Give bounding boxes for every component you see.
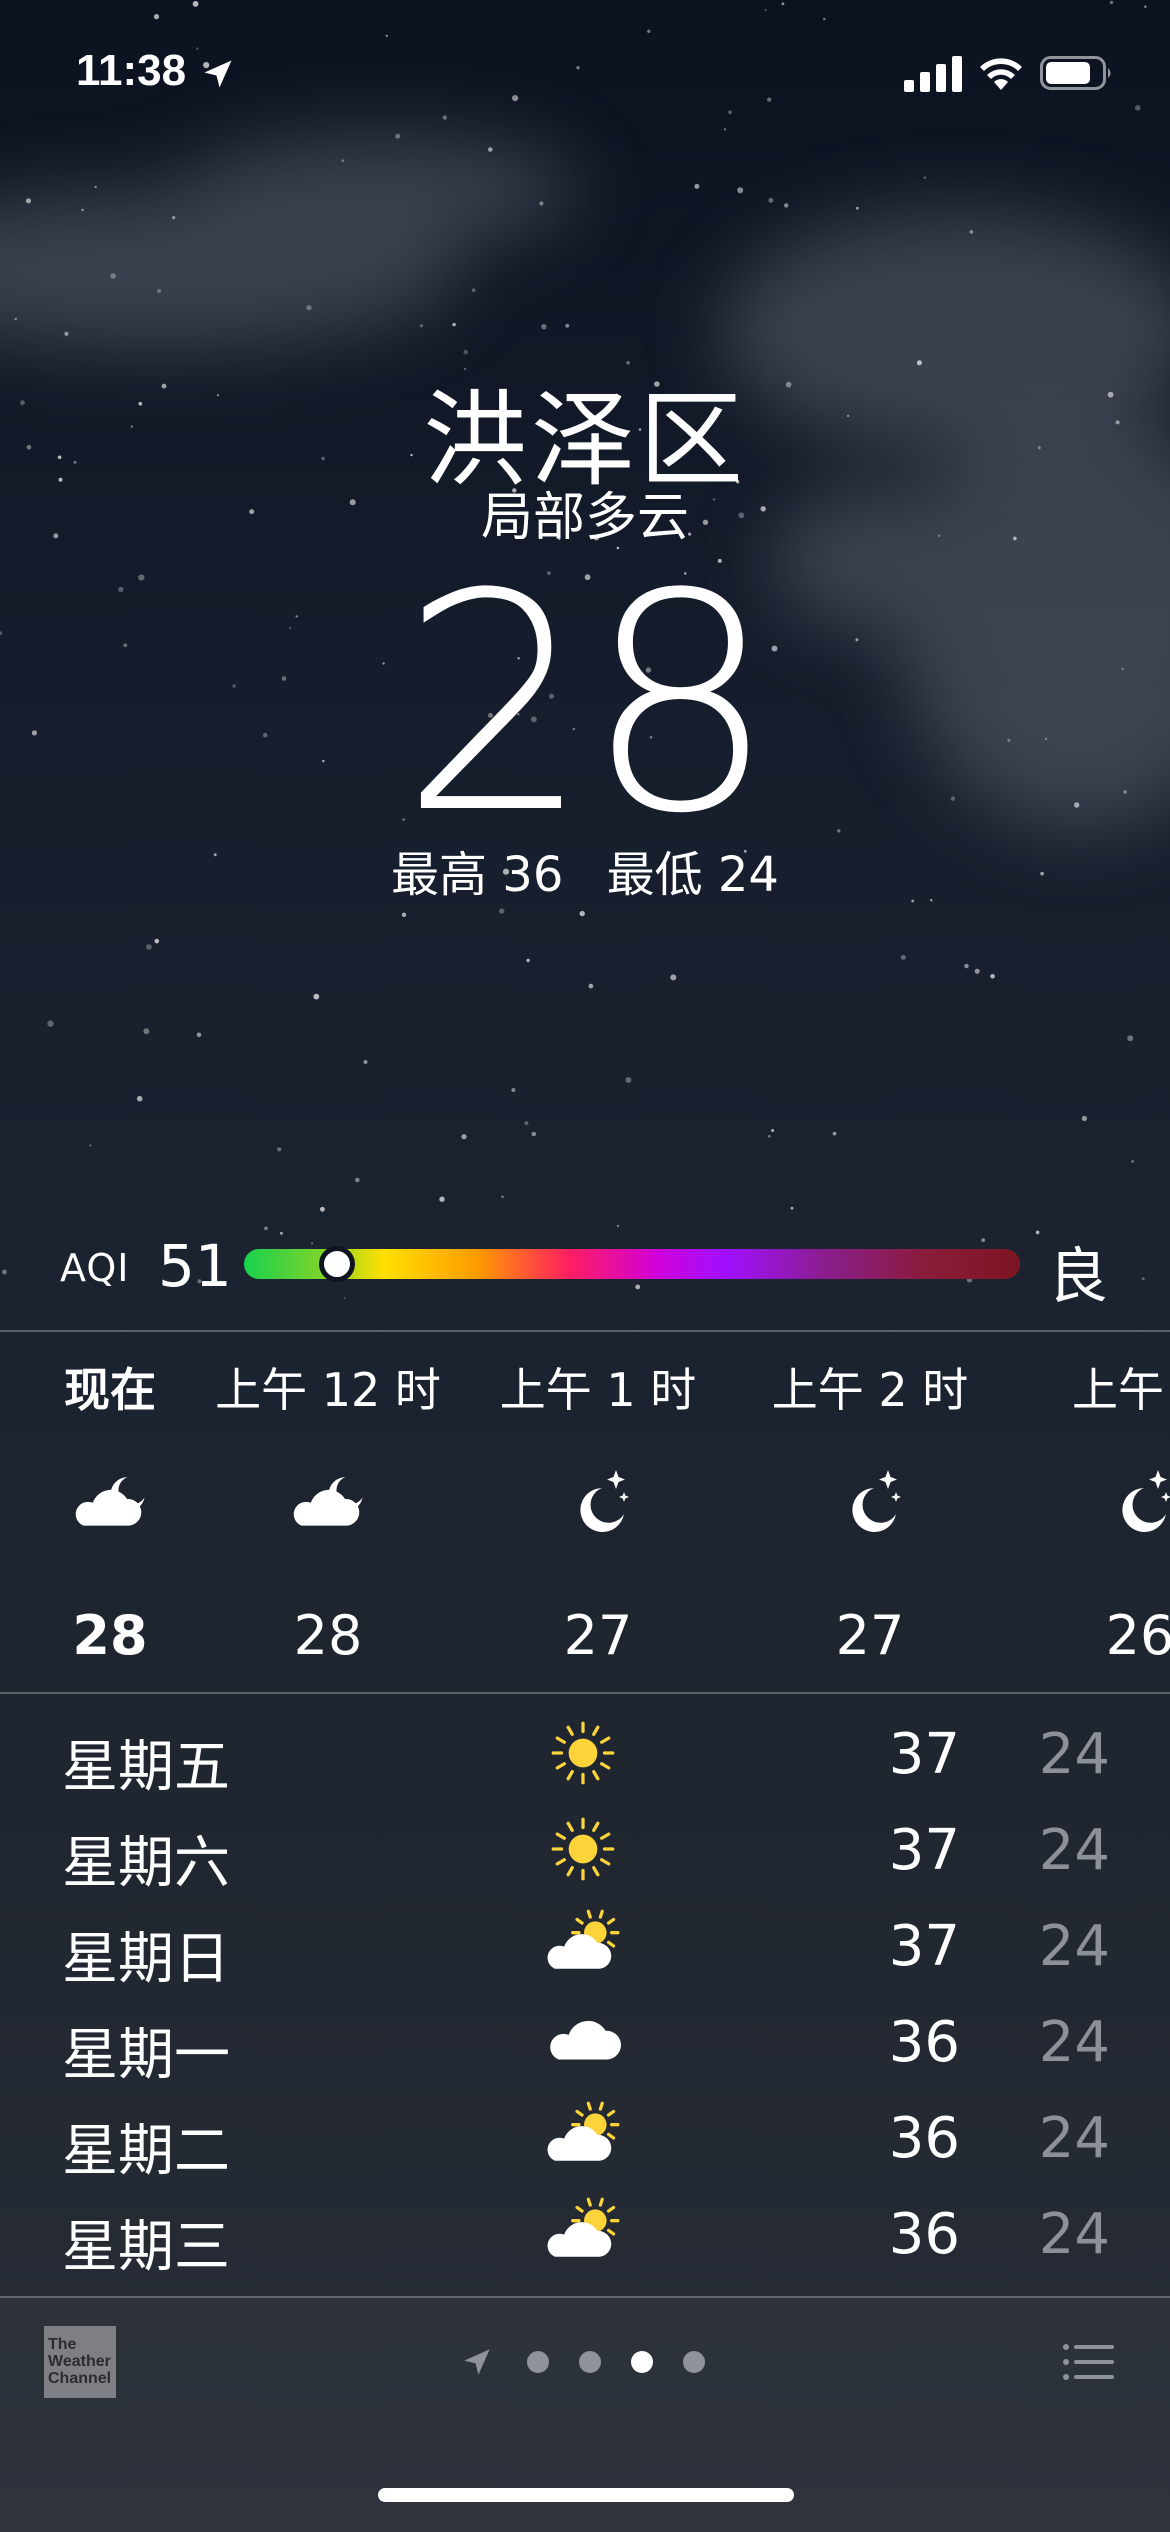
weather-channel-logo[interactable]: The Weather Channel xyxy=(44,2326,116,2398)
hour-label: 上午 2 时 xyxy=(771,1363,969,1417)
day-high: 37 xyxy=(888,1914,960,1979)
low-temp: 最低 24 xyxy=(606,847,779,903)
home-indicator[interactable] xyxy=(378,2488,794,2502)
partly-cloudy-day-icon xyxy=(542,2192,624,2274)
day-name: 星期一 xyxy=(62,2023,230,2088)
daily-row: 星期一 36 24 xyxy=(0,1994,1170,2090)
logo-text: Weather xyxy=(48,2353,111,2370)
wifi-icon xyxy=(980,58,1022,90)
cellular-signal-icon xyxy=(904,56,962,92)
day-name: 星期三 xyxy=(62,2215,230,2280)
aqi-level: 良 xyxy=(1048,1242,1108,1312)
day-name: 星期二 xyxy=(62,2119,230,2184)
high-low: 最高 36 最低 24 xyxy=(0,835,1170,905)
day-high: 36 xyxy=(888,2010,960,2075)
clear-night-icon xyxy=(558,1466,638,1546)
day-high: 37 xyxy=(888,1722,960,1787)
status-bar: 11:38 xyxy=(0,0,1170,150)
hourly-item: 上午 1 时 27 xyxy=(468,1332,728,1692)
hour-temp: 27 xyxy=(563,1604,633,1667)
hour-label: 上午 3 xyxy=(1072,1363,1170,1417)
hour-label: 上午 12 时 xyxy=(215,1363,441,1417)
logo-text: The xyxy=(48,2336,77,2353)
hourly-item: 上午 12 时 28 xyxy=(198,1332,458,1692)
aqi-value: 51 xyxy=(158,1232,232,1300)
day-low: 24 xyxy=(1038,1914,1110,1979)
clear-night-icon xyxy=(830,1466,910,1546)
aqi-indicator xyxy=(319,1246,356,1282)
location-arrow-icon xyxy=(204,60,232,88)
sun-icon xyxy=(542,1808,624,1890)
page-dot[interactable] xyxy=(683,2351,705,2373)
partly-cloudy-night-icon xyxy=(288,1466,368,1546)
hour-temp: 26 xyxy=(1105,1604,1170,1667)
status-time: 11:38 xyxy=(76,46,187,95)
page-dot[interactable] xyxy=(579,2351,601,2373)
cloud-icon xyxy=(542,2000,624,2082)
location-arrow-icon xyxy=(464,2349,490,2375)
sun-icon xyxy=(542,1712,624,1794)
page-indicator[interactable] xyxy=(460,2342,720,2382)
day-high: 36 xyxy=(888,2106,960,2171)
divider xyxy=(0,1692,1170,1694)
hour-label: 上午 1 时 xyxy=(499,1363,697,1417)
city-list-icon[interactable] xyxy=(1062,2342,1114,2382)
current-temperature: 28 xyxy=(400,530,776,879)
day-name: 星期六 xyxy=(62,1831,230,1896)
battery-icon xyxy=(1040,56,1111,90)
day-name: 星期五 xyxy=(62,1735,230,1800)
day-low: 24 xyxy=(1038,2010,1110,2075)
hour-temp: 27 xyxy=(835,1604,905,1667)
aqi-label: AQI xyxy=(60,1246,130,1290)
clear-night-icon xyxy=(1100,1466,1170,1546)
partly-cloudy-night-icon xyxy=(70,1466,150,1546)
hourly-item: 上午 2 时 27 xyxy=(740,1332,1000,1692)
day-name: 星期日 xyxy=(62,1927,230,1992)
daily-row: 星期日 37 24 xyxy=(0,1898,1170,1994)
daily-row: 星期五 37 24 xyxy=(0,1706,1170,1802)
page-dot[interactable] xyxy=(527,2351,549,2373)
partly-cloudy-day-icon xyxy=(542,1904,624,1986)
page-dot-active[interactable] xyxy=(631,2351,653,2373)
daily-row: 星期六 37 24 xyxy=(0,1802,1170,1898)
day-high: 36 xyxy=(888,2202,960,2267)
partly-cloudy-day-icon xyxy=(542,2096,624,2178)
hourly-forecast[interactable]: 现在 28 上午 12 时 28 上午 1 时 27 上午 2 时 27 上午 3 26 xyxy=(0,1332,1170,1692)
day-low: 24 xyxy=(1038,1722,1110,1787)
aqi-scale-bar xyxy=(244,1249,1020,1279)
hourly-item: 上午 3 26 xyxy=(1010,1332,1170,1692)
high-temp: 最高 36 xyxy=(391,847,564,903)
daily-row: 星期二 36 24 xyxy=(0,2090,1170,2186)
hour-temp: 28 xyxy=(293,1604,363,1667)
day-high: 37 xyxy=(888,1818,960,1883)
logo-text: Channel xyxy=(48,2370,112,2387)
day-low: 24 xyxy=(1038,2106,1110,2171)
day-low: 24 xyxy=(1038,1818,1110,1883)
hour-temp: 28 xyxy=(72,1604,148,1667)
daily-forecast[interactable]: 星期五 37 24 星期六 37 24 星期日 37 24 星期一 36 24 星期二 36 24 星期三 36… xyxy=(0,1706,1170,2282)
day-low: 24 xyxy=(1038,2202,1110,2267)
hour-label: 现在 xyxy=(64,1363,156,1417)
weather-screen: 11:38 洪泽区 局部多云 28 最高 36 最低 24 AQI 51 良 现… xyxy=(0,0,1170,2532)
daily-row: 星期三 36 24 xyxy=(0,2186,1170,2282)
